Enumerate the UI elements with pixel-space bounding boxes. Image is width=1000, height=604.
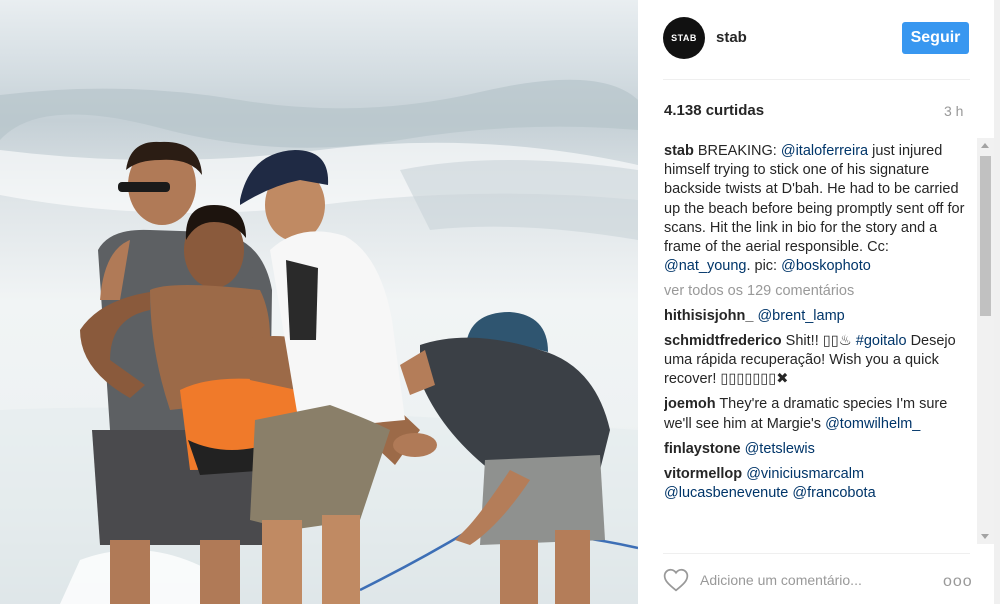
likes-count[interactable]: 4.138 curtidas (664, 102, 764, 119)
post-photo (0, 0, 638, 604)
comment-username[interactable]: joemoh (664, 396, 716, 412)
add-comment-input[interactable] (700, 572, 930, 588)
heart-outline-icon[interactable] (663, 568, 689, 592)
scroll-down-arrow-icon[interactable] (981, 534, 989, 539)
comment-text: Shit!! ▯▯♨ (781, 332, 856, 349)
comment-item: joemoh They're a dramatic species I'm su… (664, 395, 976, 433)
avatar[interactable]: STAB (663, 17, 705, 59)
comment-mention[interactable]: @tomwilhelm_ (825, 416, 920, 432)
caption-mention[interactable]: @boskophoto (781, 258, 871, 274)
caption: stab BREAKING: @italoferreira just injur… (664, 142, 976, 276)
follow-button[interactable]: Seguir (902, 22, 969, 54)
scrollbar-thumb[interactable] (980, 156, 991, 316)
comment-item: schmidtfrederico Shit!! ▯▯♨ #goitalo Des… (664, 332, 976, 390)
caption-text: BREAKING: (693, 143, 781, 159)
comment-hashtag[interactable]: #goitalo (856, 333, 907, 349)
comment-item: finlaystone @tetslewis (664, 440, 976, 459)
more-options-icon[interactable]: ooo (943, 573, 973, 591)
photo-illustration (0, 79, 638, 604)
comment-username[interactable]: schmidtfrederico (664, 333, 782, 349)
caption-text: . pic: (746, 258, 782, 275)
comment-item: vitormellop @viniciusmarcalm @lucasbenev… (664, 465, 976, 503)
caption-text: just injured himself trying to stick one… (664, 143, 965, 256)
comment-username[interactable]: vitormellop (664, 466, 742, 482)
caption-mention[interactable]: @italoferreira (781, 143, 868, 159)
caption-mention[interactable]: @nat_young (664, 258, 746, 274)
window-edge (994, 0, 1000, 604)
comment-mention[interactable]: @brent_lamp (757, 308, 844, 324)
comment-username[interactable]: finlaystone (664, 441, 741, 457)
caption-username[interactable]: stab (664, 143, 694, 159)
comment-mention[interactable]: @francobota (792, 485, 875, 501)
post-username[interactable]: stab (716, 29, 747, 46)
post-timestamp[interactable]: 3 h (944, 103, 963, 119)
comment-mention[interactable]: @tetslewis (745, 441, 815, 457)
comment-username[interactable]: hithisisjohn_ (664, 308, 753, 324)
footer-divider (663, 553, 970, 554)
post-details-panel: STAB stab Seguir 4.138 curtidas 3 h stab… (639, 0, 994, 604)
comments-scrollbar[interactable] (977, 138, 994, 544)
comment-item: hithisisjohn_ @brent_lamp (664, 307, 976, 326)
comments-list: stab BREAKING: @italoferreira just injur… (664, 142, 976, 544)
see-all-comments-link[interactable]: ver todos os 129 comentários (664, 282, 976, 301)
header-divider (663, 79, 970, 80)
scroll-up-arrow-icon[interactable] (981, 143, 989, 148)
comment-mention[interactable]: @lucasbenevenute (664, 485, 788, 501)
comment-mention[interactable]: @viniciusmarcalm (746, 466, 864, 482)
avatar-logo-text: STAB (671, 33, 697, 43)
